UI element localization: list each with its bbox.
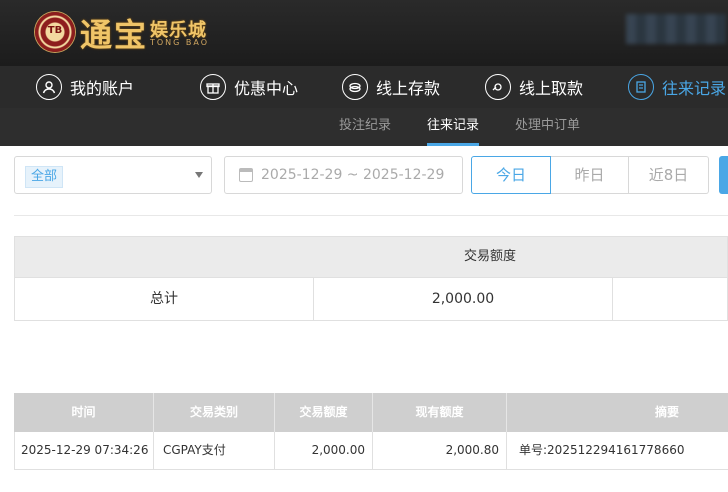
divider (153, 432, 154, 469)
search-button[interactable] (719, 156, 728, 194)
tab-transaction-records[interactable]: 往来记录 (427, 108, 480, 146)
tab-pending-orders[interactable]: 处理中订单 (515, 108, 580, 146)
nav-item-label: 我的账户 (70, 79, 135, 98)
divider (506, 432, 507, 469)
date-range-picker[interactable]: 2025-12-29 ~ 2025-12-29 (224, 156, 463, 194)
nav-item-label: 线上取款 (519, 79, 584, 98)
divider (14, 215, 728, 216)
nav-item-account[interactable]: 我的账户 (36, 66, 134, 108)
summary-total-label: 总计 (150, 291, 178, 307)
site-header: TB 通宝 娱乐城 TONG BAO (0, 0, 728, 66)
summary-header: 交易额度 (14, 236, 728, 278)
nav-item-label: 线上存款 (376, 79, 441, 98)
date-range-text: 2025-12-29 ~ 2025-12-29 (261, 167, 445, 183)
today-button[interactable]: 今日 (471, 156, 551, 194)
nav-item-label: 优惠中心 (234, 79, 299, 98)
nav-item-deposit[interactable]: 线上存款 (342, 66, 440, 108)
cell-summary: 单号:202512294161778660 (519, 443, 685, 457)
cell-time: 2025-12-29 07:34:26 (21, 443, 149, 457)
deposit-icon (342, 74, 368, 100)
user-info-blurred (626, 14, 726, 44)
col-time: 时间 (71, 405, 96, 419)
nav-item-promotions[interactable]: 优惠中心 (200, 66, 298, 108)
main-nav: 我的账户 优惠中心 线上存款 线上取款 往来记录 (0, 66, 728, 109)
nav-item-withdraw[interactable]: 线上取款 (485, 66, 583, 108)
sub-nav: 投注纪录 往来记录 处理中订单 (0, 108, 728, 146)
col-summary: 摘要 (654, 405, 679, 419)
gift-icon (200, 74, 226, 100)
col-balance: 现有额度 (415, 405, 464, 419)
cell-amount: 2,000.00 (311, 443, 365, 457)
summary-row: 总计 2,000.00 (14, 278, 728, 321)
withdraw-icon (485, 74, 511, 100)
divider (612, 278, 613, 320)
logo-english-text: TONG BAO (150, 38, 210, 47)
logo-main-text: 通宝 (80, 16, 149, 54)
nav-item-label: 往来记录 (662, 79, 727, 98)
nav-item-records[interactable]: 往来记录 (628, 66, 726, 108)
yesterday-button[interactable]: 昨日 (551, 156, 629, 194)
col-type: 交易类别 (189, 405, 238, 419)
col-amount: 交易额度 (299, 405, 348, 419)
summary-total-value: 2,000.00 (431, 291, 495, 307)
logo-chip-icon[interactable]: TB (35, 12, 75, 52)
calendar-icon (239, 168, 253, 182)
last-8-days-button[interactable]: 近8日 (629, 156, 709, 194)
user-icon (36, 74, 62, 100)
cell-balance: 2,000.80 (445, 443, 499, 457)
logo-chip-text: TB (47, 25, 63, 36)
table-row[interactable]: 2025-12-29 07:34:26 CGPAY支付 2,000.00 2,0… (14, 432, 728, 470)
records-table-header: 时间 交易类别 交易额度 现有额度 摘要 (14, 393, 728, 432)
chevron-down-icon (195, 172, 203, 178)
records-icon (628, 74, 654, 100)
transaction-type-select[interactable]: 全部 (14, 156, 212, 194)
cell-type: CGPAY支付 (163, 443, 226, 457)
summary-header-label: 交易额度 (463, 249, 516, 264)
site-logo[interactable]: 通宝 娱乐城 (80, 10, 206, 56)
tab-bet-records[interactable]: 投注纪录 (339, 108, 391, 146)
selected-type-tag: 全部 (25, 166, 64, 188)
